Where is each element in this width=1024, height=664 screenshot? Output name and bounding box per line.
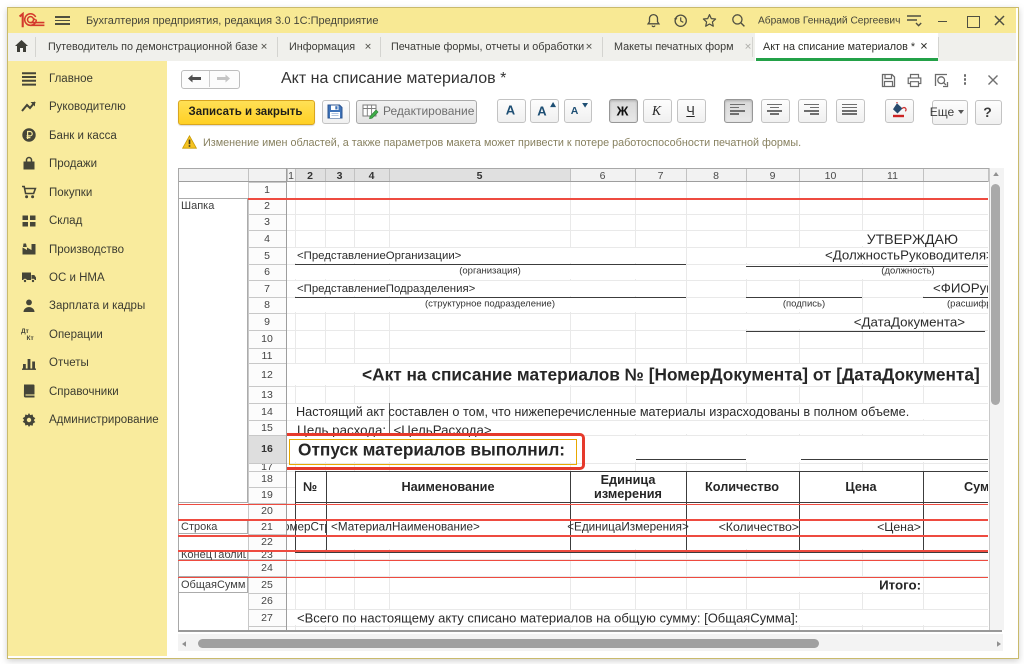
svg-text:Кт: Кт <box>27 335 34 342</box>
svg-text:Дт: Дт <box>21 328 29 335</box>
